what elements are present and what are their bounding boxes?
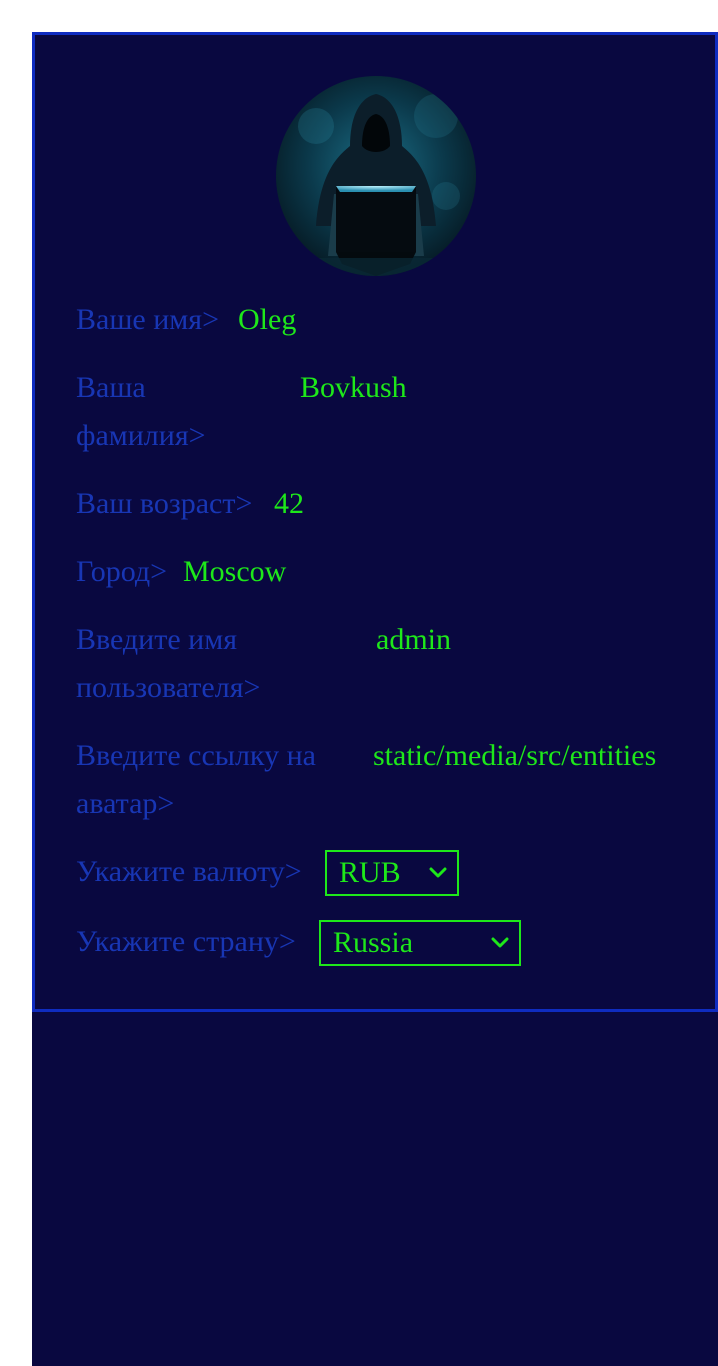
field-first-name: Ваше имя> Oleg bbox=[76, 296, 676, 344]
chevron-down-icon bbox=[429, 867, 447, 878]
age-label: Ваш возраст> bbox=[76, 487, 253, 520]
avatar-link-value[interactable]: static/media/src/entities bbox=[373, 732, 656, 780]
country-select[interactable]: Russia bbox=[319, 920, 521, 966]
first-name-label: Ваше имя> bbox=[76, 303, 219, 336]
field-city: Город> Moscow bbox=[76, 548, 676, 596]
field-age: Ваш возраст> 42 bbox=[76, 480, 676, 528]
field-username: Введите имя пользователя> admin bbox=[76, 616, 676, 712]
age-value[interactable]: 42 bbox=[274, 480, 304, 528]
currency-selected-value: RUB bbox=[339, 856, 401, 889]
country-label: Укажите страну> bbox=[76, 925, 296, 958]
field-avatar-link: Введите ссылку на аватар> static/media/s… bbox=[76, 732, 716, 828]
hacker-avatar-image bbox=[276, 76, 476, 276]
field-currency: Укажите валюту> RUB bbox=[76, 848, 676, 898]
city-value[interactable]: Moscow bbox=[183, 548, 286, 596]
last-name-label: Ваша фамилия> bbox=[76, 371, 206, 452]
field-last-name: Ваша фамилия> Bovkush bbox=[76, 364, 676, 460]
username-label: Введите имя пользователя> bbox=[76, 623, 261, 704]
chevron-down-icon bbox=[491, 937, 509, 948]
avatar bbox=[276, 76, 476, 276]
avatar-link-label: Введите ссылку на аватар> bbox=[76, 739, 316, 820]
currency-label: Укажите валюту> bbox=[76, 855, 302, 888]
last-name-value[interactable]: Bovkush bbox=[300, 364, 407, 412]
country-selected-value: Russia bbox=[333, 926, 414, 959]
city-label: Город> bbox=[76, 555, 168, 588]
first-name-value[interactable]: Oleg bbox=[238, 296, 296, 344]
currency-select[interactable]: RUB bbox=[325, 850, 459, 896]
field-country: Укажите страну> Russia bbox=[76, 918, 676, 968]
username-value[interactable]: admin bbox=[376, 616, 451, 664]
profile-card: Ваше имя> Oleg Ваша фамилия> Bovkush Ваш… bbox=[32, 32, 718, 1012]
